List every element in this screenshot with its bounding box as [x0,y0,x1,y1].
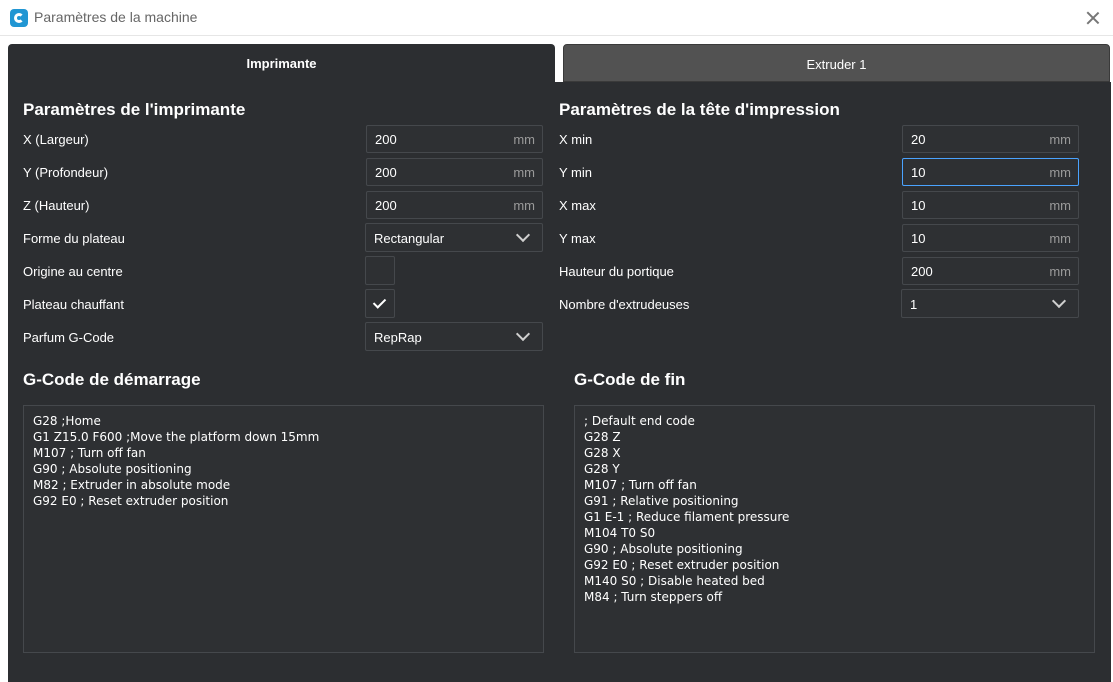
xmin-value: 20 [911,132,926,147]
gcode-line: M82 ; Extruder in absolute mode [33,478,231,492]
window-title: Paramètres de la machine [34,9,198,25]
end-gcode-title: G-Code de fin [574,370,686,389]
printhead-settings-title: Paramètres de la tête d'impression [559,100,840,119]
settings-panel: Paramètres de l'imprimante X (Largeur) 2… [8,82,1111,682]
ymin-input[interactable]: 10 mm [902,158,1079,186]
xmax-input[interactable]: 10 mm [902,191,1079,219]
gcode-line: M104 T0 S0 [584,526,656,540]
x-width-unit: mm [513,132,535,147]
gcode-line: G28 X [584,446,621,460]
ymin-unit: mm [1049,165,1071,180]
z-height-input[interactable]: 200 mm [366,191,543,219]
gcode-line: G90 ; Absolute positioning [584,542,743,556]
gcode-line: G1 E-1 ; Reduce filament pressure [584,510,790,524]
ymax-value: 10 [911,231,926,246]
title-bar: Paramètres de la machine [0,0,1113,36]
bed-shape-select[interactable]: Rectangular [365,223,543,252]
ymax-unit: mm [1049,231,1071,246]
extruder-count-value: 1 [910,297,918,312]
gcode-line: M84 ; Turn steppers off [584,590,723,604]
y-depth-unit: mm [513,165,535,180]
extruder-count-select[interactable]: 1 [901,289,1079,318]
x-width-value: 200 [375,132,397,147]
gantry-height-label: Hauteur du portique [559,264,674,279]
gcode-line: M107 ; Turn off fan [584,478,697,492]
xmin-label: X min [559,132,593,147]
gcode-line: G92 E0 ; Reset extruder position [584,558,780,572]
y-depth-value: 200 [375,165,397,180]
z-height-value: 200 [375,198,397,213]
ymax-label: Y max [559,231,596,246]
z-height-unit: mm [513,198,535,213]
gcode-line: G92 E0 ; Reset extruder position [33,494,229,508]
chevron-down-icon [1051,293,1067,309]
cura-logo-icon [10,9,28,27]
gcode-line: G1 Z15.0 F600 ;Move the platform down 15… [33,430,320,444]
gcode-line: G28 Z [584,430,621,444]
ymin-label: Y min [559,165,592,180]
bed-shape-label: Forme du plateau [23,231,125,246]
extruder-count-label: Nombre d'extrudeuses [559,297,690,312]
gcode-flavor-value: RepRap [374,330,422,345]
origin-center-checkbox[interactable] [365,256,395,285]
close-icon[interactable] [1081,6,1105,30]
gcode-line: ; Default end code [584,414,695,428]
gcode-line: G91 ; Relative positioning [584,494,739,508]
gcode-line: G28 Y [584,462,620,476]
gcode-line: M140 S0 ; Disable heated bed [584,574,765,588]
xmin-input[interactable]: 20 mm [902,125,1079,153]
y-depth-label: Y (Profondeur) [23,165,109,180]
gantry-height-unit: mm [1049,264,1071,279]
checkmark-icon [372,295,387,309]
heated-bed-label: Plateau chauffant [23,297,124,312]
gcode-flavor-label: Parfum G-Code [23,330,115,345]
z-height-label: Z (Hauteur) [23,198,90,213]
gcode-line: G28 ;Home [33,414,101,428]
end-gcode-editor[interactable]: ; Default end code G28 Z G28 X G28 Y M107 ; … [574,405,1095,653]
bed-shape-value: Rectangular [374,231,445,246]
start-gcode-title: G-Code de démarrage [23,370,201,389]
gcode-line: G90 ; Absolute positioning [33,462,192,476]
ymax-input[interactable]: 10 mm [902,224,1079,252]
x-width-input[interactable]: 200 mm [366,125,543,153]
y-depth-input[interactable]: 200 mm [366,158,543,186]
xmin-unit: mm [1049,132,1071,147]
tab-extruder-1[interactable]: Extruder 1 [563,44,1110,82]
ymin-value: 10 [911,165,926,180]
chevron-down-icon [515,227,531,243]
start-gcode-editor[interactable]: G28 ;Home G1 Z15.0 F600 ;Move the platfor… [23,405,544,653]
xmax-unit: mm [1049,198,1071,213]
heated-bed-checkbox[interactable] [365,289,395,318]
chevron-down-icon [515,326,531,342]
xmax-value: 10 [911,198,926,213]
gcode-flavor-select[interactable]: RepRap [365,322,543,351]
gantry-height-value: 200 [911,264,933,279]
x-width-label: X (Largeur) [23,132,89,147]
tab-imprimante[interactable]: Imprimante [8,44,555,82]
gantry-height-input[interactable]: 200 mm [902,257,1079,285]
xmax-label: X max [559,198,596,213]
gcode-line: M107 ; Turn off fan [33,446,146,460]
origin-center-label: Origine au centre [23,264,123,279]
printer-settings-title: Paramètres de l'imprimante [23,100,246,119]
